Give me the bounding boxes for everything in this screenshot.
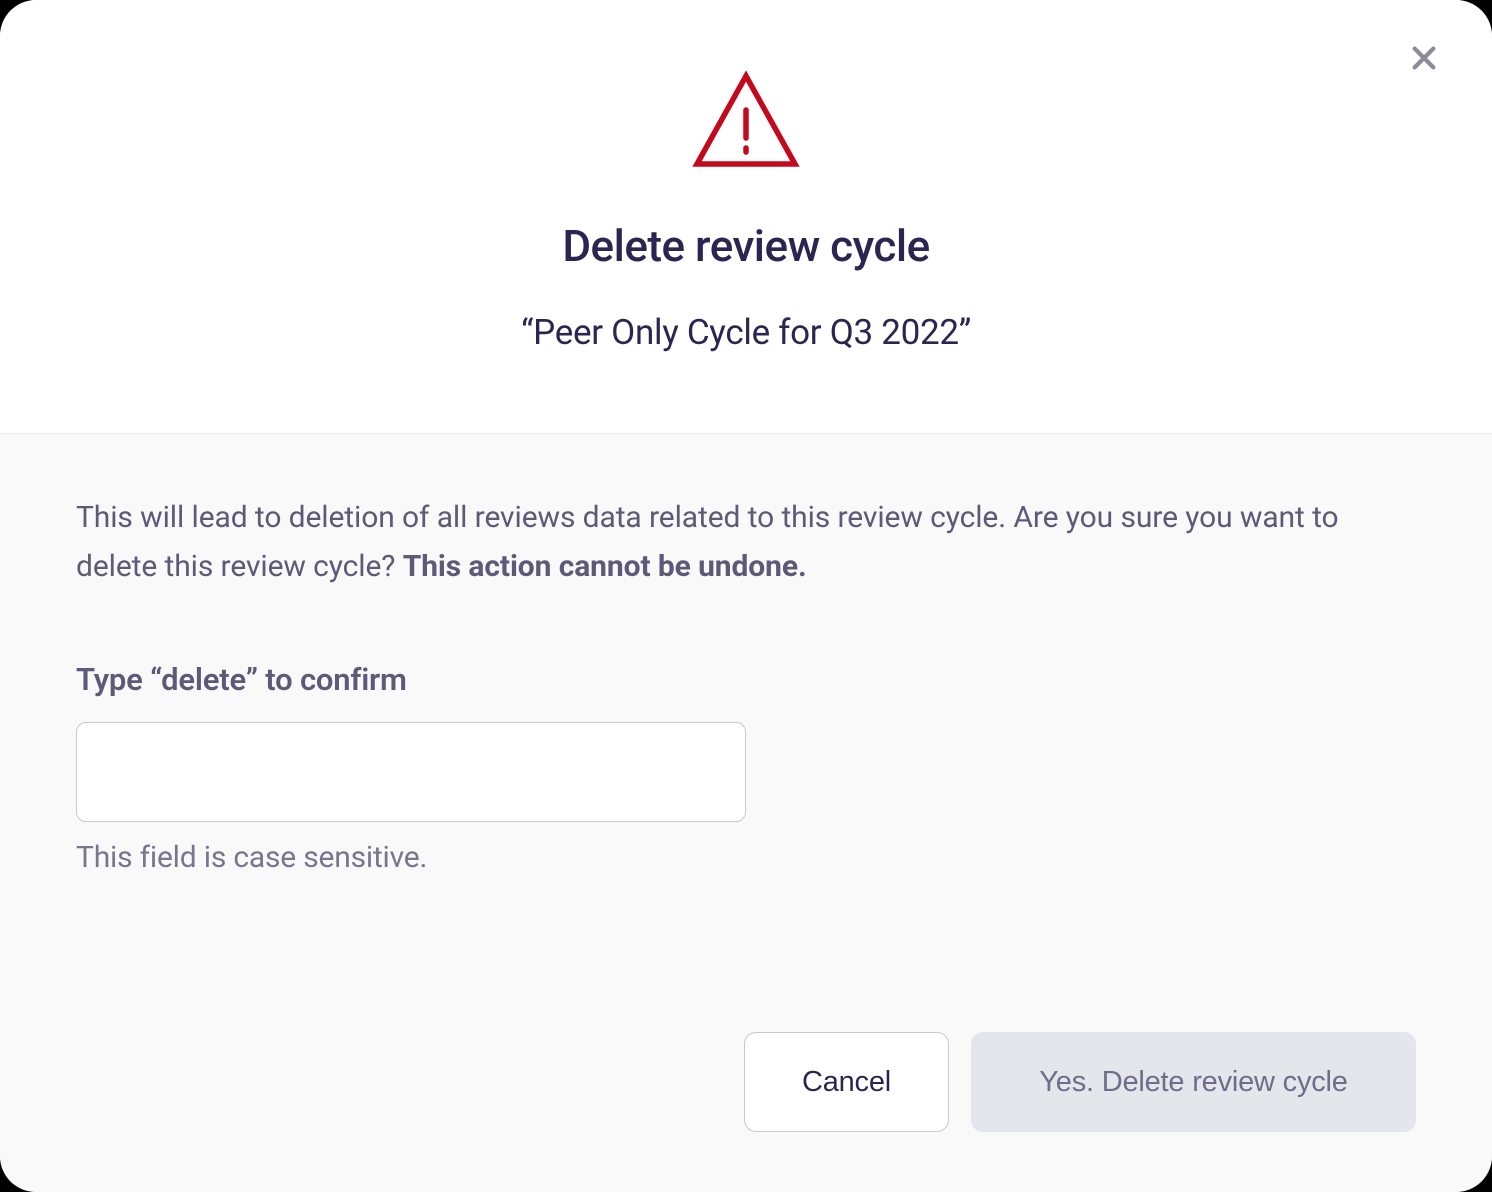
modal-footer: Cancel Yes. Delete review cycle — [76, 992, 1416, 1132]
warning-text: This will lead to deletion of all review… — [76, 494, 1416, 591]
modal-subtitle: “Peer Only Cycle for Q3 2022” — [60, 312, 1432, 353]
close-button[interactable] — [1402, 36, 1446, 80]
confirm-delete-button[interactable]: Yes. Delete review cycle — [971, 1032, 1416, 1132]
modal-header: Delete review cycle “Peer Only Cycle for… — [0, 0, 1492, 434]
delete-review-cycle-modal: Delete review cycle “Peer Only Cycle for… — [0, 0, 1492, 1192]
warning-triangle-icon — [60, 70, 1432, 170]
modal-title: Delete review cycle — [60, 220, 1432, 272]
warning-text-emphasis: This action cannot be undone. — [403, 549, 807, 584]
confirm-label: Type “delete” to confirm — [76, 661, 1416, 698]
close-icon — [1408, 42, 1440, 74]
confirm-input[interactable] — [76, 722, 746, 822]
modal-body: This will lead to deletion of all review… — [0, 434, 1492, 1192]
cancel-button[interactable]: Cancel — [744, 1032, 949, 1132]
hint-text: This field is case sensitive. — [76, 840, 1416, 875]
